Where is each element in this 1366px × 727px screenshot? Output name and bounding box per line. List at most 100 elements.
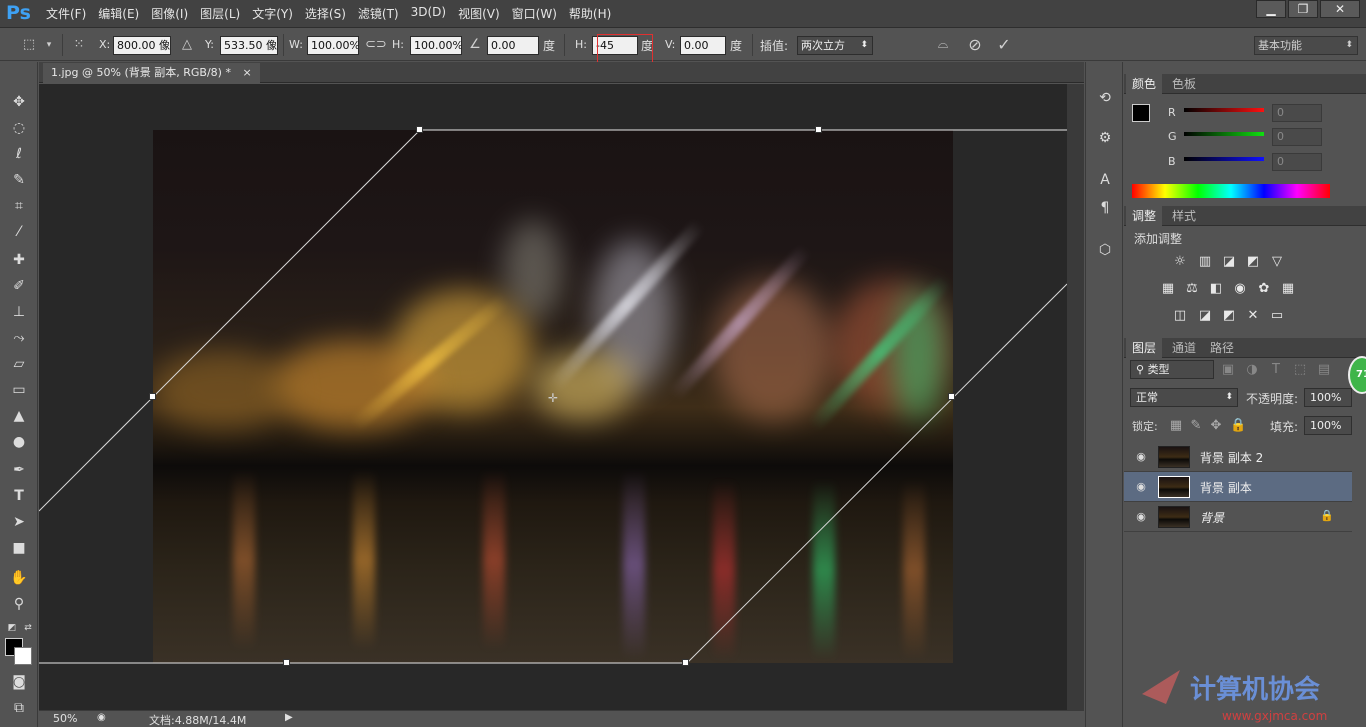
transform-handle-top-left[interactable]: [416, 126, 423, 133]
status-arrow-icon[interactable]: ▶: [285, 712, 293, 723]
curves-icon[interactable]: ◪: [1221, 254, 1237, 270]
menu-select[interactable]: 选择(S): [299, 5, 352, 22]
character-panel-icon[interactable]: A: [1095, 170, 1115, 190]
relative-position-icon[interactable]: △: [178, 36, 196, 54]
transform-handle-top-center[interactable]: [815, 126, 822, 133]
visibility-eye-icon[interactable]: ◉: [1134, 510, 1148, 524]
healing-brush-tool-icon[interactable]: ✚: [9, 250, 29, 270]
close-button[interactable]: ✕: [1320, 0, 1360, 18]
paragraph-panel-icon[interactable]: ¶: [1095, 198, 1115, 218]
preset-dropdown-icon[interactable]: ▾: [40, 36, 58, 54]
path-select-tool-icon[interactable]: ➤: [9, 512, 29, 532]
filter-pixel-icon[interactable]: ▣: [1220, 362, 1236, 378]
color-spectrum-ramp[interactable]: [1132, 184, 1330, 198]
x-position-input[interactable]: 800.00 像: [113, 36, 171, 55]
gradient-tool-icon[interactable]: ▭: [9, 380, 29, 400]
gradient-map-icon[interactable]: ▭: [1269, 308, 1285, 324]
filter-shape-icon[interactable]: ⬚: [1292, 362, 1308, 378]
transform-handle-middle-left[interactable]: [149, 393, 156, 400]
tab-close-icon[interactable]: ×: [242, 66, 251, 79]
blue-channel-slider[interactable]: [1184, 157, 1264, 161]
tab-adjustments[interactable]: 调整: [1126, 206, 1163, 226]
3d-panel-icon[interactable]: ⬡: [1095, 240, 1115, 260]
hand-tool-icon[interactable]: ✋: [9, 568, 29, 588]
green-channel-slider[interactable]: [1184, 132, 1264, 136]
exposure-icon[interactable]: ◩: [1245, 254, 1261, 270]
menu-view[interactable]: 视图(V): [452, 5, 506, 22]
lasso-tool-icon[interactable]: ℓ: [9, 144, 29, 164]
menu-3d[interactable]: 3D(D): [405, 5, 452, 22]
crop-tool-icon[interactable]: ⌗: [9, 196, 29, 216]
interpolation-select[interactable]: 两次立方 ⬍: [797, 36, 873, 55]
history-panel-icon[interactable]: ⟲: [1095, 88, 1115, 108]
height-input[interactable]: 100.00%: [410, 36, 462, 55]
menu-layer[interactable]: 图层(L): [194, 5, 246, 22]
fill-input[interactable]: 100%: [1304, 416, 1352, 435]
tab-color[interactable]: 颜色: [1126, 74, 1163, 94]
marquee-tool-icon[interactable]: ◌: [9, 118, 29, 138]
color-foreground-swatch[interactable]: [1132, 104, 1150, 122]
brush-tool-icon[interactable]: ✐: [9, 276, 29, 296]
tab-styles[interactable]: 样式: [1166, 206, 1202, 226]
tab-swatches[interactable]: 色板: [1166, 74, 1202, 94]
tab-channels[interactable]: 通道: [1166, 338, 1202, 358]
canvas-area[interactable]: ✛: [39, 84, 1067, 710]
workspace-select[interactable]: 基本功能 ⬍: [1254, 36, 1358, 55]
blue-channel-value[interactable]: 0: [1272, 153, 1322, 171]
color-lookup-icon[interactable]: ▦: [1280, 281, 1296, 297]
move-tool-icon[interactable]: ✥: [9, 92, 29, 112]
stamp-tool-icon[interactable]: ⊥: [9, 302, 29, 322]
dodge-tool-icon[interactable]: ●: [9, 432, 29, 452]
tab-layers[interactable]: 图层: [1126, 338, 1163, 358]
link-icon[interactable]: ⊂⊃: [365, 36, 387, 54]
zoom-tool-icon[interactable]: ⚲: [9, 594, 29, 614]
transform-handle-bottom-right[interactable]: [682, 659, 689, 666]
type-tool-icon[interactable]: T: [9, 486, 29, 506]
quick-mask-icon[interactable]: ◙: [9, 672, 29, 692]
commit-transform-icon[interactable]: ✓: [995, 36, 1013, 54]
channel-mixer-icon[interactable]: ✿: [1256, 281, 1272, 297]
zoom-level[interactable]: 50%: [53, 712, 77, 725]
vertical-scrollbar[interactable]: [1067, 84, 1084, 710]
quick-select-tool-icon[interactable]: ✎: [9, 170, 29, 190]
swap-colors-icon[interactable]: ⇄: [18, 618, 38, 638]
filter-smart-object-icon[interactable]: ▤: [1316, 362, 1332, 378]
opacity-input[interactable]: 100%: [1304, 388, 1352, 407]
visibility-eye-icon[interactable]: ◉: [1134, 450, 1148, 464]
shape-tool-icon[interactable]: ■: [9, 538, 29, 558]
lock-image-icon[interactable]: ✎: [1188, 418, 1204, 434]
tab-paths[interactable]: 路径: [1204, 338, 1240, 358]
selective-color-icon[interactable]: ✕: [1245, 308, 1261, 324]
menu-help[interactable]: 帮助(H): [563, 5, 617, 22]
lock-transparent-icon[interactable]: ▦: [1168, 418, 1184, 434]
levels-icon[interactable]: ▥: [1197, 254, 1213, 270]
eraser-tool-icon[interactable]: ▱: [9, 354, 29, 374]
pen-tool-icon[interactable]: ✒: [9, 460, 29, 480]
red-channel-slider[interactable]: [1184, 108, 1264, 112]
menu-type[interactable]: 文字(Y): [246, 5, 299, 22]
threshold-icon[interactable]: ◩: [1221, 308, 1237, 324]
menu-window[interactable]: 窗口(W): [506, 5, 563, 22]
warp-mode-icon[interactable]: ⌓: [934, 36, 952, 54]
width-input[interactable]: 100.00%: [307, 36, 359, 55]
invert-icon[interactable]: ◫: [1172, 308, 1188, 324]
brightness-icon[interactable]: ☼: [1172, 254, 1188, 270]
layer-row[interactable]: ◉ 背景 🔒: [1124, 502, 1352, 532]
green-channel-value[interactable]: 0: [1272, 128, 1322, 146]
rotate-angle-input[interactable]: 0.00: [487, 36, 539, 55]
visibility-eye-icon[interactable]: ◉: [1134, 480, 1148, 494]
vibrance-icon[interactable]: ▽: [1269, 254, 1285, 270]
menu-filter[interactable]: 滤镜(T): [352, 5, 405, 22]
cancel-transform-icon[interactable]: ⊘: [966, 36, 984, 54]
menu-file[interactable]: 文件(F): [40, 5, 92, 22]
screen-mode-icon[interactable]: ⧉: [9, 698, 29, 718]
menu-edit[interactable]: 编辑(E): [92, 5, 145, 22]
layer-row-selected[interactable]: ◉ 背景 副本: [1124, 472, 1352, 502]
eyedropper-tool-icon[interactable]: ⁄: [9, 222, 29, 242]
y-position-input[interactable]: 533.50 像: [220, 36, 278, 55]
reference-point-icon[interactable]: ⁙: [70, 36, 88, 54]
document-tab[interactable]: 1.jpg @ 50% (背景 副本, RGB/8) * ×: [43, 63, 260, 83]
minimize-button[interactable]: ▁: [1256, 0, 1286, 18]
color-balance-icon[interactable]: ⚖: [1184, 281, 1200, 297]
filter-type-icon[interactable]: T: [1268, 362, 1284, 378]
